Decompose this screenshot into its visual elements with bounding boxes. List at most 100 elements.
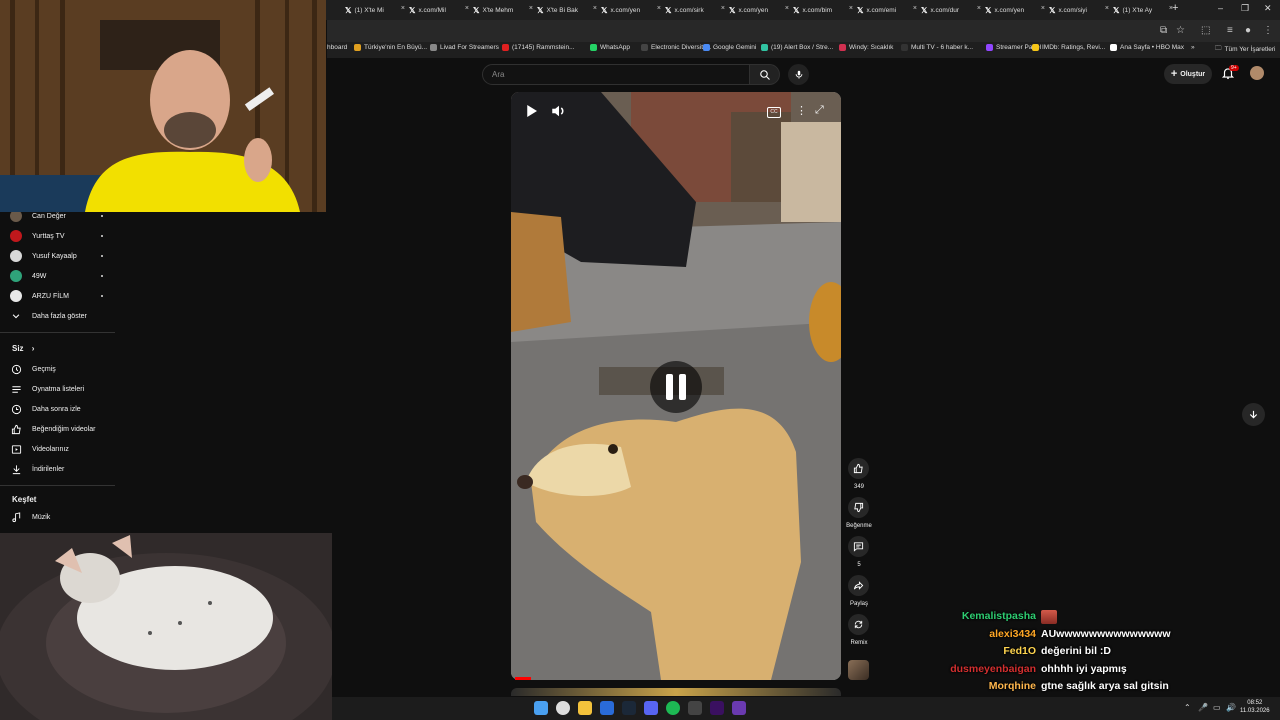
comments-button[interactable] bbox=[848, 536, 869, 557]
sidebar-item-your-videos[interactable]: Videolarınız bbox=[10, 440, 115, 458]
browser-tab[interactable]: 𝕏 (1) X'te Mi × bbox=[345, 2, 407, 18]
tab-label: X'te Mehm bbox=[482, 6, 514, 14]
sidebar-item-playlists[interactable]: Oynatma listeleri bbox=[10, 380, 115, 398]
browser-tab[interactable]: 𝕏x.com/yen × bbox=[601, 2, 663, 18]
bookmark-item[interactable]: Ana Sayfa • HBO Max bbox=[1110, 44, 1184, 51]
browser-tab[interactable]: 𝕏x.com/Mil × bbox=[409, 2, 471, 18]
bookmark-item[interactable]: (19) Alert Box / Stre... bbox=[761, 44, 833, 51]
obs-icon[interactable] bbox=[710, 701, 724, 715]
play-button[interactable] bbox=[522, 102, 540, 125]
file-explorer-icon[interactable] bbox=[578, 701, 592, 715]
tab-label: x.com/yen bbox=[994, 6, 1025, 14]
browser-tab[interactable]: 𝕏x.com/bim × bbox=[793, 2, 855, 18]
bookmarks-overflow-button[interactable]: » bbox=[1191, 44, 1195, 51]
sidebar-item-yurttas-tv[interactable]: Yurttaş TV bbox=[10, 227, 115, 245]
bookmark-item[interactable]: Windy: Sıcaklık bbox=[839, 44, 893, 51]
channel-name: Can Değer bbox=[32, 212, 66, 220]
new-tab-button[interactable]: + bbox=[1172, 2, 1178, 14]
browser-tab[interactable]: 𝕏 (1) X'te Ay × bbox=[1113, 2, 1175, 18]
fullscreen-icon[interactable]: ⤢ bbox=[815, 104, 824, 117]
like-button[interactable] bbox=[848, 458, 869, 479]
captions-button[interactable]: CC bbox=[767, 107, 781, 118]
close-tab-icon[interactable]: × bbox=[657, 5, 661, 12]
volume-icon[interactable]: 🔊 bbox=[1226, 703, 1236, 712]
close-tab-icon[interactable]: × bbox=[1105, 5, 1109, 12]
mic-tray-icon[interactable]: 🎤 bbox=[1198, 703, 1208, 712]
browser-tab[interactable]: 𝕏x.com/emi × bbox=[857, 2, 919, 18]
create-button[interactable]: + Oluştur bbox=[1164, 64, 1212, 84]
close-tab-icon[interactable]: × bbox=[913, 5, 917, 12]
pause-overlay-button[interactable] bbox=[650, 361, 702, 413]
shorts-video-player[interactable]: CC ⋮ ⤢ bbox=[511, 92, 841, 680]
bookmark-item[interactable]: IMDb: Ratings, Revi... bbox=[1032, 44, 1105, 51]
browser-tab[interactable]: 𝕏 X'te Mehm × bbox=[473, 2, 535, 18]
sidebar-item-49w[interactable]: 49W bbox=[10, 267, 115, 285]
volume-button[interactable] bbox=[550, 102, 568, 125]
spotify-icon[interactable] bbox=[666, 701, 680, 715]
close-tab-icon[interactable]: × bbox=[529, 5, 533, 12]
browser-tab[interactable]: 𝕏x.com/yen × bbox=[729, 2, 791, 18]
minimize-button[interactable]: – bbox=[1218, 3, 1223, 13]
voice-search-button[interactable] bbox=[788, 64, 809, 85]
close-window-button[interactable]: ✕ bbox=[1264, 3, 1272, 14]
discord-icon[interactable] bbox=[644, 701, 658, 715]
close-tab-icon[interactable]: × bbox=[721, 5, 725, 12]
bookmark-item[interactable]: Multi TV - 6 haber k... bbox=[901, 44, 973, 51]
browser-tab[interactable]: 𝕏x.com/siyi × bbox=[1049, 2, 1111, 18]
system-clock[interactable]: 08:52 11.03.2026 bbox=[1240, 699, 1270, 715]
chevron-up-icon[interactable]: ⌃ bbox=[1184, 703, 1191, 712]
chrome-icon[interactable] bbox=[556, 701, 570, 715]
close-tab-icon[interactable]: × bbox=[785, 5, 789, 12]
media-control-icon[interactable]: ≡ bbox=[1227, 25, 1233, 36]
sidebar-item-arzu-film[interactable]: ARZU FİLM bbox=[10, 287, 115, 305]
close-tab-icon[interactable]: × bbox=[465, 5, 469, 12]
bookmark-item[interactable]: hboard bbox=[327, 44, 347, 51]
chat-text: ohhhh iyi yapmış bbox=[1041, 663, 1127, 675]
browser-tab[interactable]: 𝕏x.com/yen × bbox=[985, 2, 1047, 18]
bookmark-item[interactable]: Livad For Streamers bbox=[430, 44, 499, 51]
monitor-icon[interactable]: ▭ bbox=[1213, 703, 1221, 712]
sidebar-item-downloads[interactable]: İndirilenler bbox=[10, 460, 115, 478]
steam-icon[interactable] bbox=[622, 701, 636, 715]
share-button[interactable] bbox=[848, 575, 869, 596]
chat-message: Kemalistpasha bbox=[0, 610, 1280, 627]
close-tab-icon[interactable]: × bbox=[401, 5, 405, 12]
profile-icon[interactable]: ● bbox=[1245, 25, 1251, 36]
menu-icon[interactable]: ⋮ bbox=[1263, 25, 1273, 36]
you-section-header[interactable]: Siz › bbox=[12, 344, 34, 353]
chat-message: Morqhine gtne sağlık arya sal gitsin bbox=[0, 680, 1280, 697]
browser-tab[interactable]: 𝕏x.com/sirk × bbox=[665, 2, 727, 18]
close-tab-icon[interactable]: × bbox=[593, 5, 597, 12]
close-tab-icon[interactable]: × bbox=[849, 5, 853, 12]
show-more-button[interactable]: Daha fazla göster bbox=[10, 307, 115, 325]
extensions-icon[interactable]: ⬚ bbox=[1201, 25, 1210, 36]
bookmark-item[interactable]: Electronic Diversity... bbox=[641, 44, 711, 51]
search-input[interactable]: Ara bbox=[482, 64, 750, 85]
sidebar-item-yusuf-kayaalp[interactable]: Yusuf Kayaalp bbox=[10, 247, 115, 265]
dislike-button[interactable] bbox=[848, 497, 869, 518]
close-tab-icon[interactable]: × bbox=[1041, 5, 1045, 12]
all-bookmarks-button[interactable]: 🗀 Tüm Yer İşaretleri bbox=[1215, 44, 1275, 55]
browser-tab[interactable]: 𝕏 X'te Bi Bak × bbox=[537, 2, 599, 18]
bookmark-item[interactable]: (17145) Rammstein... bbox=[502, 44, 575, 51]
bookmark-item[interactable]: Google Gemini bbox=[703, 44, 756, 51]
close-tab-icon[interactable]: × bbox=[977, 5, 981, 12]
browser-tab[interactable]: 𝕏x.com/dur × bbox=[921, 2, 983, 18]
sidebar-item-liked-videos[interactable]: Beğendiğim videolar bbox=[10, 420, 115, 438]
sidebar-item-watch-later[interactable]: Daha sonra izle bbox=[10, 400, 115, 418]
bookmark-star-icon[interactable]: ☆ bbox=[1176, 25, 1185, 36]
app-icon[interactable] bbox=[688, 701, 702, 715]
sidebar-item-music[interactable]: Müzik bbox=[10, 508, 115, 526]
app-icon[interactable] bbox=[600, 701, 614, 715]
bookmark-item[interactable]: WhatsApp bbox=[590, 44, 630, 51]
sidebar-item-history[interactable]: Geçmiş bbox=[10, 360, 115, 378]
account-avatar[interactable] bbox=[1250, 66, 1264, 80]
more-options-icon[interactable]: ⋮ bbox=[796, 104, 807, 117]
bookmark-item[interactable]: Türkiye'nin En Büyü... bbox=[354, 44, 427, 51]
app-icon[interactable] bbox=[732, 701, 746, 715]
next-short-button[interactable] bbox=[1242, 403, 1265, 426]
install-icon[interactable]: ⧉ bbox=[1160, 25, 1167, 36]
search-button[interactable] bbox=[750, 64, 780, 85]
maximize-button[interactable]: ❐ bbox=[1241, 3, 1249, 14]
start-icon[interactable] bbox=[534, 701, 548, 715]
